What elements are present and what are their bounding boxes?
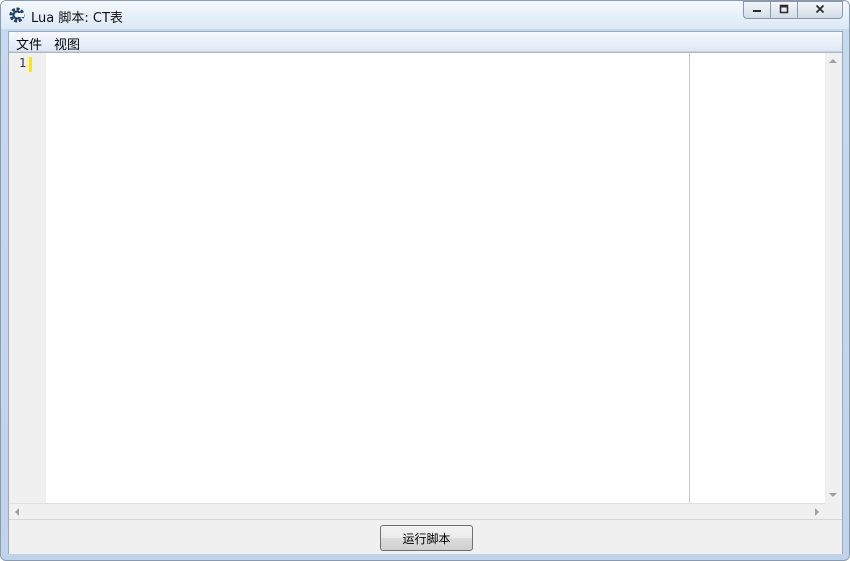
cheat-engine-gear-icon bbox=[9, 7, 25, 23]
horizontal-scrollbar[interactable] bbox=[9, 503, 825, 520]
line-number: 1 bbox=[19, 56, 27, 70]
scroll-up-icon[interactable] bbox=[829, 59, 837, 63]
menu-file[interactable]: 文件 bbox=[16, 34, 42, 53]
minimize-button[interactable] bbox=[743, 1, 770, 19]
menu-view[interactable]: 视图 bbox=[54, 34, 80, 53]
script-editor[interactable]: 1 bbox=[9, 52, 842, 520]
close-button[interactable] bbox=[797, 1, 843, 19]
restore-icon bbox=[779, 3, 789, 17]
scroll-left-icon[interactable] bbox=[15, 508, 19, 516]
scroll-down-icon[interactable] bbox=[829, 493, 837, 497]
client-area: 文件 视图 1 运行脚本 bbox=[8, 31, 843, 554]
minimize-icon bbox=[752, 3, 762, 17]
run-script-button[interactable]: 运行脚本 bbox=[380, 525, 473, 551]
window-controls bbox=[743, 1, 843, 21]
bottom-bar: 运行脚本 bbox=[9, 519, 842, 554]
maximize-button[interactable] bbox=[770, 1, 797, 19]
lua-script-window: Lua 脚本: CT表 文件 视图 1 运行脚本 bbox=[0, 0, 850, 561]
title-bar[interactable]: Lua 脚本: CT表 bbox=[1, 1, 849, 29]
window-title: Lua 脚本: CT表 bbox=[31, 11, 123, 26]
current-line-marker bbox=[29, 57, 32, 72]
vertical-scrollbar[interactable] bbox=[825, 53, 842, 503]
menu-bar: 文件 视图 bbox=[9, 32, 842, 53]
close-icon bbox=[815, 3, 825, 17]
line-number-gutter: 1 bbox=[9, 53, 46, 503]
code-text-area[interactable] bbox=[46, 53, 689, 503]
scroll-right-icon[interactable] bbox=[815, 508, 819, 516]
right-margin-line bbox=[689, 53, 690, 503]
scrollbar-corner bbox=[825, 503, 842, 520]
